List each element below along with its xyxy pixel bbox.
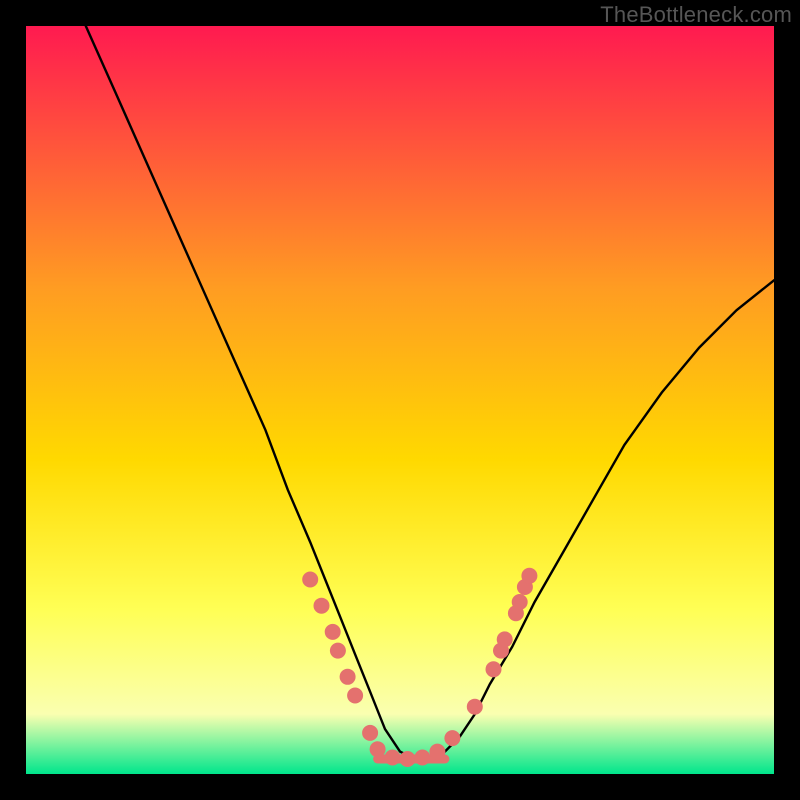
marker-dot [467,699,483,715]
marker-dot [400,751,416,767]
marker-dot [385,750,401,766]
marker-dot [302,572,318,588]
marker-dot [512,594,528,610]
chart-svg [26,26,774,774]
marker-dot [444,730,460,746]
marker-dot [325,624,341,640]
marker-dot [429,744,445,760]
marker-dot [370,741,386,757]
chart-frame: TheBottleneck.com [0,0,800,800]
marker-dot [521,568,537,584]
marker-dot [347,688,363,704]
marker-dot [330,643,346,659]
gradient-background [26,26,774,774]
marker-dot [486,661,502,677]
marker-dot [340,669,356,685]
watermark-text: TheBottleneck.com [600,2,792,28]
marker-dot [497,631,513,647]
chart-plot-area [26,26,774,774]
marker-dot [414,750,430,766]
marker-dot [362,725,378,741]
marker-dot [314,598,330,614]
